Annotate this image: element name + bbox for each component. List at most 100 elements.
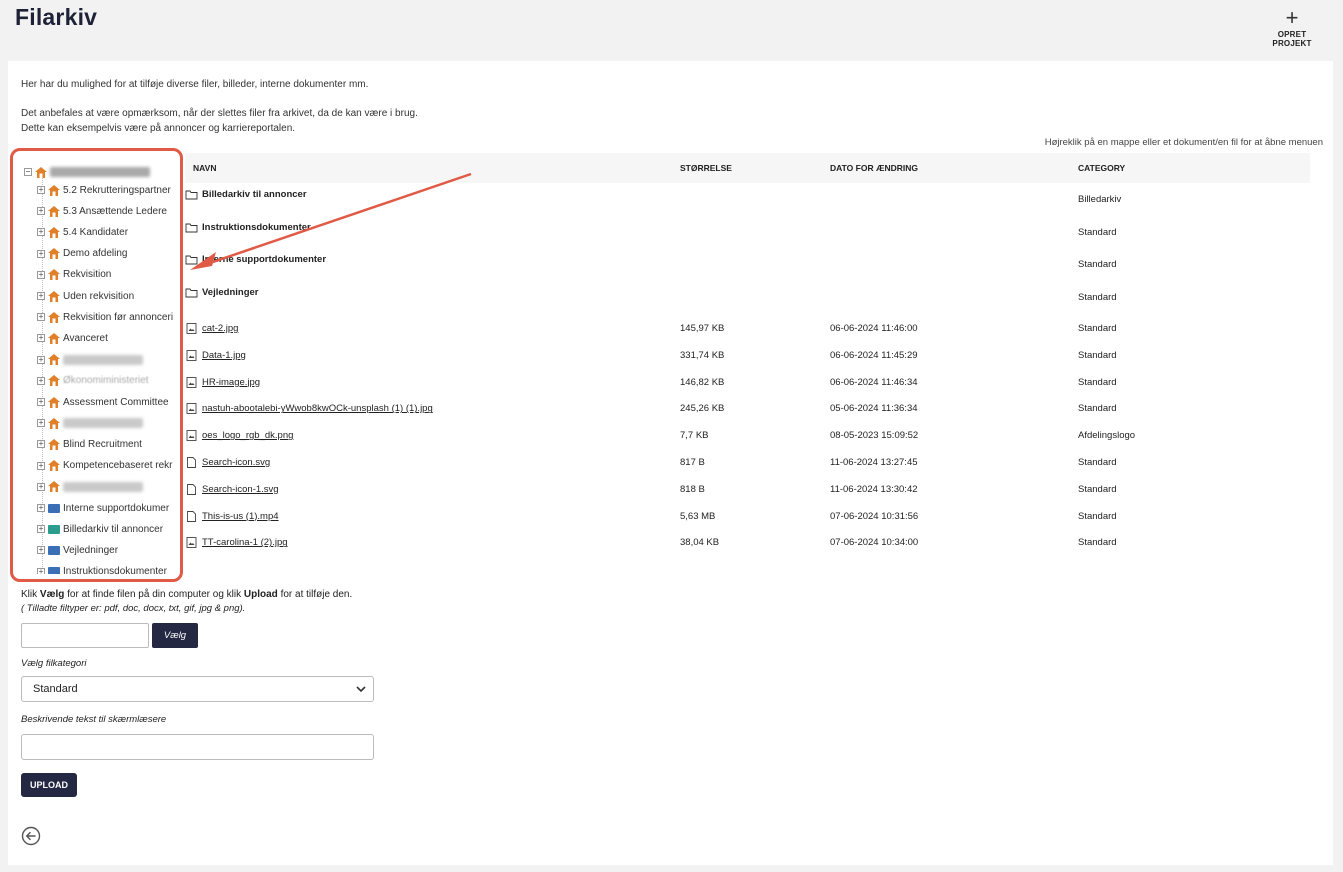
tree-root[interactable]: − bbox=[24, 163, 150, 181]
row-name-text[interactable]: Search-icon.svg bbox=[202, 457, 270, 468]
row-name[interactable]: Search-icon-1.svg bbox=[185, 484, 279, 495]
expand-icon[interactable]: + bbox=[37, 419, 45, 428]
table-row[interactable]: Search-icon-1.svg 818 B 11-06-2024 13:30:4… bbox=[185, 476, 1310, 502]
tree-item[interactable]: + bbox=[37, 351, 143, 369]
row-name[interactable]: Interne supportdokumenter bbox=[185, 254, 326, 265]
expand-icon[interactable]: + bbox=[37, 355, 45, 364]
row-name-text[interactable]: TT-carolina-1 (2).jpg bbox=[202, 537, 288, 548]
row-name[interactable]: Billedarkiv til annoncer bbox=[185, 189, 307, 200]
row-name[interactable]: Instruktionsdokumenter bbox=[185, 222, 311, 233]
file-icon bbox=[187, 483, 196, 495]
col-name[interactable]: NAVN bbox=[193, 163, 216, 173]
row-name[interactable]: Vejledninger bbox=[185, 287, 259, 298]
row-name-text[interactable]: Billedarkiv til annoncer bbox=[202, 189, 307, 200]
tree-item-label: Instruktionsdokumenter bbox=[63, 566, 167, 574]
expand-icon[interactable]: + bbox=[37, 546, 45, 555]
tree-item[interactable]: + Assessment Committee bbox=[37, 393, 169, 411]
tree-item[interactable]: + Instruktionsdokumenter bbox=[37, 563, 167, 574]
tree-item[interactable]: +5.2 Rekrutteringspartner bbox=[37, 181, 171, 199]
top-bar: Filarkiv + OPRET PROJEKT bbox=[0, 0, 1343, 56]
row-name-text[interactable]: Interne supportdokumenter bbox=[202, 254, 326, 265]
row-name[interactable]: Search-icon.svg bbox=[185, 457, 270, 468]
table-row[interactable]: Instruktionsdokumenter Standard bbox=[185, 216, 1310, 242]
page-title: Filarkiv bbox=[15, 4, 98, 30]
table-row[interactable]: This-is-us (1).mp4 5,63 MB 07-06-2024 10:3… bbox=[185, 503, 1310, 529]
row-name[interactable]: This-is-us (1).mp4 bbox=[185, 511, 279, 522]
row-name[interactable]: HR-image.jpg bbox=[185, 377, 260, 388]
row-name-text[interactable]: nastuh-abootalebi-yWwob8kwOCk-unsplash (… bbox=[202, 403, 433, 414]
expand-icon[interactable]: + bbox=[37, 313, 45, 322]
row-name[interactable]: cat-2.jpg bbox=[185, 323, 238, 334]
expand-icon[interactable]: + bbox=[37, 270, 45, 279]
table-row[interactable]: oes_logo_rgb_dk.png 7,7 KB 08-05-2023 15:0… bbox=[185, 422, 1310, 448]
back-arrow-icon[interactable] bbox=[21, 826, 41, 846]
tree-item[interactable]: + Vejledninger bbox=[37, 541, 118, 559]
expand-icon[interactable]: + bbox=[37, 461, 45, 470]
tree-item[interactable]: +5.4 Kandidater bbox=[37, 223, 128, 241]
col-category[interactable]: CATEGORY bbox=[1078, 163, 1125, 173]
expand-icon[interactable]: + bbox=[37, 440, 45, 449]
tree-item[interactable]: + Uden rekvisition bbox=[37, 287, 134, 305]
row-name-text[interactable]: HR-image.jpg bbox=[202, 377, 260, 388]
row-name-text[interactable]: cat-2.jpg bbox=[202, 323, 238, 334]
row-category: Standard bbox=[1078, 226, 1117, 238]
tree-item[interactable]: + Avanceret bbox=[37, 329, 108, 347]
row-name[interactable]: TT-carolina-1 (2).jpg bbox=[185, 537, 288, 548]
house-icon bbox=[48, 438, 60, 450]
tree-item-label bbox=[63, 354, 143, 365]
table-row[interactable]: Interne supportdokumenter Standard bbox=[185, 248, 1310, 274]
row-name-text[interactable]: Instruktionsdokumenter bbox=[202, 222, 311, 233]
tree-item[interactable]: + bbox=[37, 414, 143, 432]
choose-file-button[interactable]: Vælg bbox=[152, 623, 198, 648]
expand-icon[interactable]: + bbox=[37, 228, 45, 237]
expand-icon[interactable]: + bbox=[37, 292, 45, 300]
table-row[interactable]: Billedarkiv til annoncer Billedarkiv bbox=[185, 183, 1310, 209]
expand-icon[interactable]: + bbox=[37, 525, 45, 534]
tree-item[interactable]: + Økonomiministeriet bbox=[37, 372, 149, 390]
upload-button[interactable]: UPLOAD bbox=[21, 773, 77, 797]
row-name-text[interactable]: oes_logo_rgb_dk.png bbox=[202, 430, 293, 441]
row-name-text[interactable]: Search-icon-1.svg bbox=[202, 484, 279, 495]
expand-icon[interactable]: + bbox=[37, 334, 45, 343]
table-row[interactable]: TT-carolina-1 (2).jpg 38,04 KB 07-06-2024 … bbox=[185, 529, 1310, 555]
expand-icon[interactable]: + bbox=[37, 249, 45, 258]
description-input[interactable] bbox=[21, 734, 374, 760]
tree-item[interactable]: + Kompetencebaseret rekr bbox=[37, 457, 173, 475]
expand-icon[interactable]: + bbox=[37, 376, 45, 385]
expand-icon[interactable]: + bbox=[37, 504, 45, 512]
tree-item[interactable]: + Demo afdeling bbox=[37, 245, 127, 263]
file-input[interactable] bbox=[21, 623, 149, 648]
row-name[interactable]: oes_logo_rgb_dk.png bbox=[185, 430, 293, 441]
expand-icon[interactable]: + bbox=[37, 398, 45, 406]
tree-item[interactable]: + Interne supportdokumer bbox=[37, 499, 169, 517]
table-row[interactable]: cat-2.jpg 145,97 KB 06-06-2024 11:46:00 Sta… bbox=[185, 315, 1310, 341]
table-row[interactable]: Search-icon.svg 817 B 11-06-2024 13:27:45 S… bbox=[185, 449, 1310, 475]
row-date: 06-06-2024 11:45:29 bbox=[830, 349, 918, 361]
tree-item[interactable]: + bbox=[37, 478, 143, 496]
expand-icon[interactable]: + bbox=[37, 567, 45, 574]
expand-icon[interactable]: + bbox=[37, 186, 45, 194]
row-name-text[interactable]: Data-1.jpg bbox=[202, 350, 246, 361]
table-row[interactable]: Data-1.jpg 331,74 KB 06-06-2024 11:45:29 St… bbox=[185, 342, 1310, 368]
table-row[interactable]: HR-image.jpg 146,82 KB 06-06-2024 11:46:34… bbox=[185, 369, 1310, 395]
collapse-icon[interactable]: − bbox=[24, 168, 32, 176]
col-size[interactable]: STØRRELSE bbox=[680, 163, 732, 173]
create-project-button[interactable]: + OPRET PROJEKT bbox=[1257, 7, 1327, 49]
row-size: 818 B bbox=[680, 483, 705, 495]
row-name[interactable]: nastuh-abootalebi-yWwob8kwOCk-unsplash (… bbox=[185, 403, 433, 414]
expand-icon[interactable]: + bbox=[37, 207, 45, 216]
category-select[interactable]: Standard bbox=[21, 676, 374, 702]
row-name-text[interactable]: This-is-us (1).mp4 bbox=[202, 511, 279, 522]
tree-item[interactable]: +5.3 Ansættende Ledere bbox=[37, 202, 167, 220]
row-name-text[interactable]: Vejledninger bbox=[202, 287, 259, 298]
row-size: 145,97 KB bbox=[680, 323, 725, 334]
tree-item[interactable]: + Billedarkiv til annoncer bbox=[37, 520, 163, 538]
expand-icon[interactable]: + bbox=[37, 482, 45, 491]
tree-item[interactable]: + Blind Recruitment bbox=[37, 435, 142, 453]
table-row[interactable]: nastuh-abootalebi-yWwob8kwOCk-unsplash (… bbox=[185, 395, 1310, 421]
tree-item[interactable]: + Rekvisition bbox=[37, 266, 111, 284]
table-row[interactable]: Vejledninger Standard bbox=[185, 281, 1310, 307]
col-date[interactable]: DATO FOR ÆNDRING bbox=[830, 163, 918, 173]
row-name[interactable]: Data-1.jpg bbox=[185, 350, 246, 361]
tree-item[interactable]: + Rekvisition før annonceri bbox=[37, 308, 173, 326]
